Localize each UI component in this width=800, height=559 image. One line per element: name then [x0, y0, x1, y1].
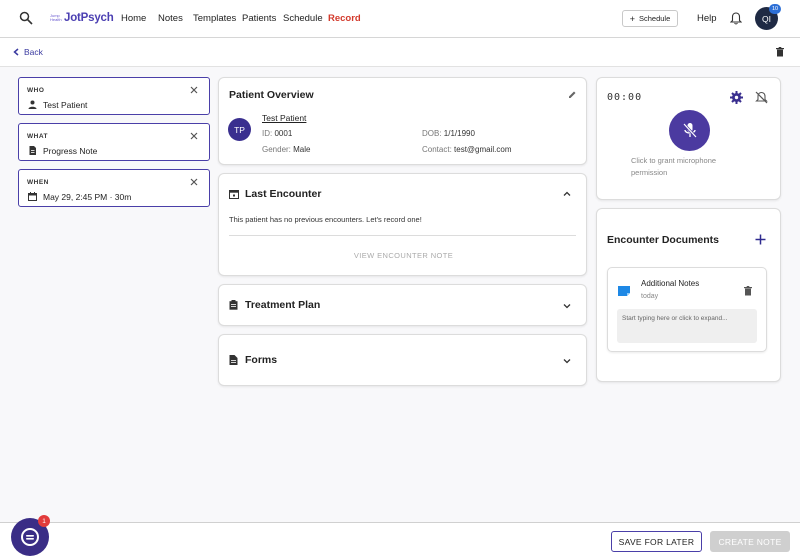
document-title: Additional Notes — [641, 279, 700, 288]
schedule-button-label: Schedule — [638, 14, 671, 23]
gear-icon[interactable] — [730, 91, 743, 104]
trash-icon[interactable] — [776, 47, 784, 57]
footer-bar: SAVE FOR LATER CREATE NOTE — [0, 522, 800, 559]
when-card[interactable]: WHEN May 29, 2:45 PM · 30m — [18, 169, 210, 207]
back-label: Back — [24, 47, 43, 57]
help-link[interactable]: Help — [697, 13, 717, 24]
sub-toolbar: Back — [0, 38, 800, 67]
when-label: WHEN — [27, 179, 49, 186]
mic-permission-hint-line2: permission — [631, 168, 668, 177]
document-date: today — [641, 293, 659, 300]
schedule-button[interactable]: + Schedule — [622, 10, 678, 27]
document-icon — [229, 355, 238, 365]
who-label: WHO — [27, 87, 45, 94]
patient-gender: Gender: Male — [262, 145, 311, 154]
document-item[interactable]: Additional Notes today Start typing here… — [607, 267, 767, 352]
chat-badge: 1 — [38, 515, 50, 527]
microphone-button[interactable] — [669, 110, 710, 151]
close-icon[interactable] — [190, 178, 198, 186]
notifications-off-icon[interactable] — [755, 91, 768, 104]
person-icon — [28, 100, 37, 109]
encounter-documents-title: Encounter Documents — [607, 234, 720, 246]
top-navigation-bar: Jump Health JotPsych Home Notes Template… — [0, 0, 800, 38]
forms-card[interactable]: Forms — [218, 334, 587, 386]
nav-patients[interactable]: Patients — [242, 13, 276, 24]
patient-overview-title: Patient Overview — [229, 89, 314, 101]
when-value: May 29, 2:45 PM · 30m — [43, 192, 132, 202]
bell-icon[interactable] — [730, 12, 742, 25]
chevron-left-icon — [13, 48, 19, 56]
recorder-card: 00:00 Click to grant microphone permissi… — [596, 77, 781, 200]
nav-schedule[interactable]: Schedule — [283, 13, 323, 24]
save-for-later-button[interactable]: SAVE FOR LATER — [611, 531, 702, 552]
who-value: Test Patient — [43, 100, 88, 110]
create-note-button[interactable]: CREATE NOTE — [710, 531, 790, 552]
search-icon[interactable] — [19, 11, 33, 25]
no-encounter-message: This patient has no previous encounters.… — [229, 215, 422, 224]
what-label: WHAT — [27, 133, 49, 140]
chevron-down-icon[interactable] — [563, 357, 571, 365]
divider — [229, 235, 576, 236]
chevron-up-icon[interactable] — [563, 190, 571, 198]
nav-record[interactable]: Record — [328, 13, 361, 24]
logo-name: JotPsych — [64, 12, 114, 24]
mic-permission-hint-line1: Click to grant microphone — [631, 156, 717, 165]
last-encounter-title: Last Encounter — [245, 188, 322, 200]
calendar-icon — [229, 190, 239, 199]
chat-icon — [21, 528, 39, 546]
what-value: Progress Note — [43, 146, 98, 156]
microphone-off-icon — [682, 122, 697, 138]
chevron-down-icon[interactable] — [563, 302, 571, 310]
back-button[interactable]: Back — [13, 47, 43, 57]
note-icon — [618, 286, 630, 296]
patient-contact: Contact: test@gmail.com — [422, 145, 512, 154]
encounter-documents-card: Encounter Documents Additional Notes tod… — [596, 208, 781, 382]
document-text-input[interactable]: Start typing here or click to expand... — [617, 309, 757, 343]
nav-templates[interactable]: Templates — [193, 13, 236, 24]
patient-name-link[interactable]: Test Patient — [262, 113, 306, 123]
plus-icon: + — [629, 13, 635, 24]
close-icon[interactable] — [190, 86, 198, 94]
patient-id: ID: 0001 — [262, 129, 293, 138]
edit-pencil-icon[interactable] — [568, 90, 577, 99]
view-encounter-note-button[interactable]: VIEW ENCOUNTER NOTE — [219, 251, 588, 260]
recording-timer: 00:00 — [607, 92, 643, 103]
calendar-icon — [28, 192, 37, 201]
patient-overview-card: Patient Overview TP Test Patient ID: 000… — [218, 77, 587, 165]
document-icon — [29, 146, 36, 155]
nav-notes[interactable]: Notes — [158, 13, 183, 24]
patient-avatar: TP — [228, 118, 251, 141]
treatment-plan-card[interactable]: Treatment Plan — [218, 284, 587, 326]
logo-small-text: Jump Health — [50, 13, 62, 22]
who-card[interactable]: WHO Test Patient — [18, 77, 210, 115]
trash-icon[interactable] — [744, 286, 752, 296]
close-icon[interactable] — [190, 132, 198, 140]
last-encounter-card: Last Encounter This patient has no previ… — [218, 173, 587, 276]
treatment-plan-title: Treatment Plan — [245, 299, 321, 311]
what-card[interactable]: WHAT Progress Note — [18, 123, 210, 161]
forms-title: Forms — [245, 354, 278, 366]
add-icon[interactable] — [755, 234, 766, 245]
patient-dob: DOB: 1/1/1990 — [422, 129, 475, 138]
jotpsych-logo[interactable]: Jump Health JotPsych — [50, 12, 114, 24]
clipboard-icon — [229, 300, 238, 310]
notification-badge: 10 — [769, 4, 781, 14]
nav-home[interactable]: Home — [121, 13, 146, 24]
